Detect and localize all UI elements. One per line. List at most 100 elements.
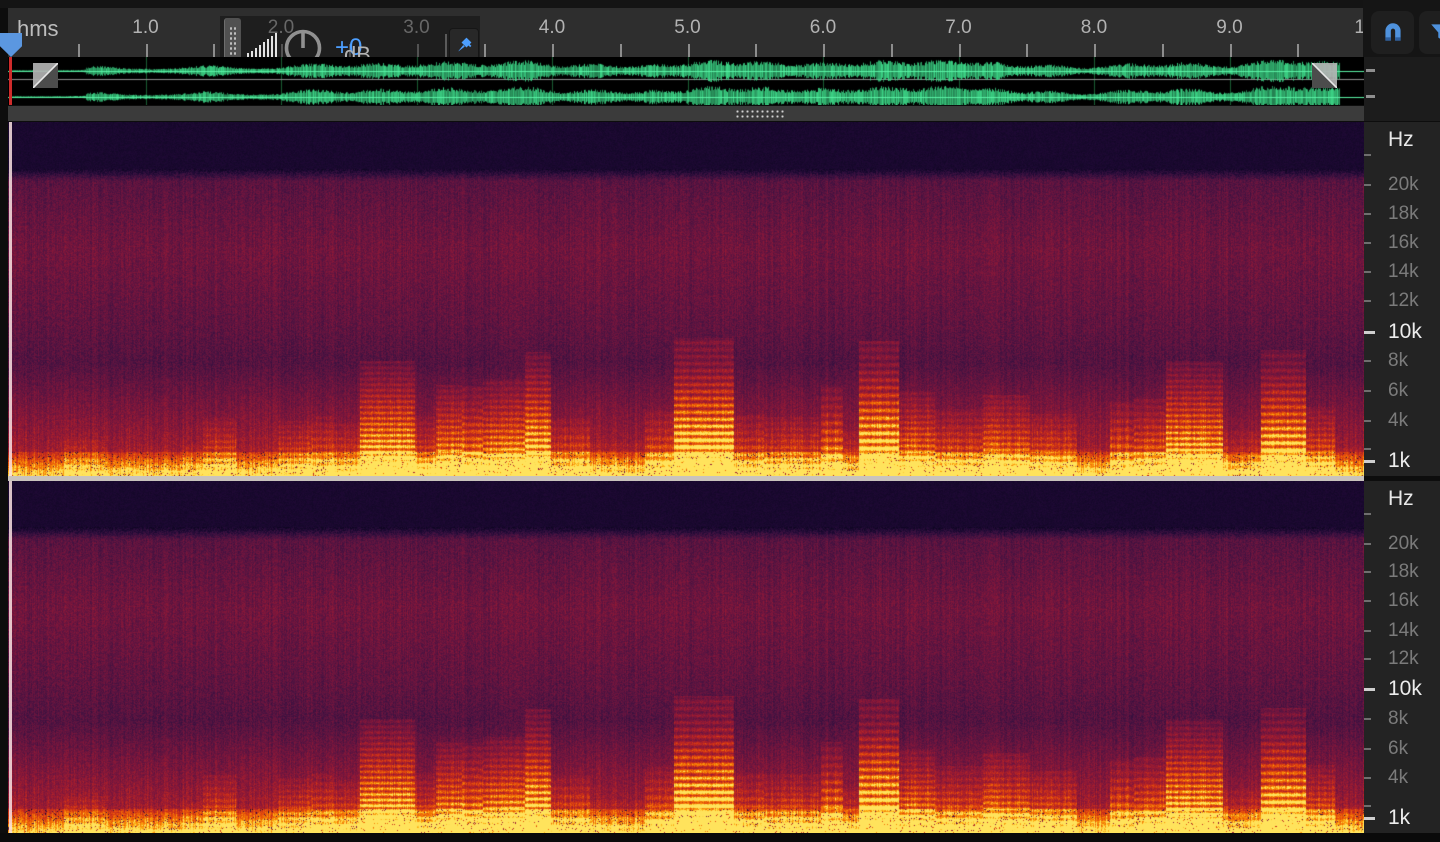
freq-tick	[1364, 360, 1371, 362]
freq-label: 18k	[1388, 203, 1419, 225]
freq-tick	[1364, 420, 1371, 422]
freq-tick	[1364, 331, 1375, 334]
freq-tick	[1364, 543, 1371, 545]
freq-tick	[1364, 184, 1371, 186]
freq-label: 6k	[1388, 738, 1408, 760]
grip-dots	[229, 26, 236, 55]
ruler-tick	[146, 44, 148, 57]
freq-tick	[1364, 300, 1371, 302]
freq-label: 8k	[1388, 350, 1408, 372]
horizontal-scrollbar[interactable]	[8, 106, 1364, 121]
freq-label: 14k	[1388, 620, 1419, 642]
ruler-time-label: 7.0	[945, 17, 971, 39]
waveform-overview[interactable]	[8, 57, 1364, 105]
ruler-unit-label: hms	[17, 16, 59, 42]
freq-tick	[1364, 154, 1371, 156]
freq-tick	[1364, 748, 1371, 750]
spectrogram-playhead-line	[9, 481, 12, 833]
spectrogram-playhead-line	[9, 122, 12, 476]
frequency-scale-right: Hz 20k 18k 16k 14k 12k 10k 8k 6k 4k 1k	[1364, 481, 1440, 833]
overview-playhead-line[interactable]	[9, 57, 12, 105]
freq-tick	[1364, 630, 1371, 632]
freq-tick	[1364, 448, 1371, 450]
marker-filter-button[interactable]	[1419, 11, 1440, 54]
scrollbar-grip-dots	[735, 109, 785, 118]
freq-label: 16k	[1388, 232, 1419, 254]
pin-hud-button[interactable]	[449, 28, 479, 57]
channel-divider	[8, 476, 1364, 481]
freq-tick	[1364, 718, 1371, 720]
freq-label: 10k	[1388, 677, 1422, 701]
ruler-tick	[1026, 44, 1028, 57]
freq-label: 4k	[1388, 767, 1408, 789]
magnet-icon	[1380, 20, 1406, 46]
fade-out-handle[interactable]	[1312, 63, 1337, 88]
freq-label: 12k	[1388, 290, 1419, 312]
freq-label: 16k	[1388, 590, 1419, 612]
ruler-tick	[1230, 44, 1232, 57]
ruler-tick	[1094, 44, 1096, 57]
ruler-tick	[484, 44, 486, 57]
ruler-time-label: 4.0	[539, 17, 565, 39]
freq-tick	[1364, 460, 1375, 463]
freq-label: 10k	[1388, 320, 1422, 344]
freq-tick	[1364, 777, 1371, 779]
funnel-icon	[1428, 20, 1440, 46]
window-top-edge	[0, 0, 1363, 8]
ruler-tick	[552, 44, 554, 57]
ruler-tick	[1162, 44, 1164, 57]
ruler-tick	[213, 44, 215, 57]
ruler-time-label: 6.0	[810, 17, 836, 39]
ruler-time-label: 8.0	[1081, 17, 1107, 39]
overview-waveform-canvas[interactable]	[8, 57, 1364, 105]
level-meter-icon	[247, 33, 281, 57]
overview-right-panel	[1364, 57, 1440, 121]
freq-label: 6k	[1388, 380, 1408, 402]
ruler-tick	[78, 44, 80, 57]
freq-label: 12k	[1388, 648, 1419, 670]
ruler-time-label: 10	[1354, 17, 1363, 39]
spectrogram-right-channel[interactable]	[8, 481, 1364, 833]
freq-tick	[1364, 571, 1371, 573]
ruler-tick	[755, 44, 757, 57]
channel-dash	[1366, 95, 1375, 98]
freq-label: 20k	[1388, 174, 1419, 196]
ruler-tick	[620, 44, 622, 57]
freq-label: 14k	[1388, 261, 1419, 283]
freq-label: 8k	[1388, 708, 1408, 730]
freq-tick	[1364, 805, 1371, 807]
freq-unit-label: Hz	[1388, 128, 1414, 152]
gain-readout[interactable]: +0 dB	[335, 34, 362, 57]
ruler-time-label: 1.0	[132, 17, 158, 39]
gain-unit: dB	[344, 42, 371, 57]
freq-tick	[1364, 271, 1371, 273]
freq-tick	[1364, 658, 1371, 660]
freq-tick	[1364, 600, 1371, 602]
freq-tick	[1364, 513, 1371, 515]
snap-toggle-button[interactable]	[1371, 11, 1414, 54]
ruler-tick	[688, 44, 690, 57]
timeline-ruler[interactable]: hms 1.02.03.04.05.06.07.08.09.010 +0 dB	[8, 8, 1363, 57]
ruler-time-label: 5.0	[674, 17, 700, 39]
hud-separator	[445, 34, 447, 57]
freq-tick	[1364, 390, 1371, 392]
ruler-time-label: 9.0	[1216, 17, 1242, 39]
freq-label: 4k	[1388, 410, 1408, 432]
freq-tick	[1364, 242, 1371, 244]
freq-label: 1k	[1388, 806, 1410, 830]
left-gutter	[0, 8, 8, 842]
freq-tick	[1364, 688, 1375, 691]
ruler-tick	[891, 44, 893, 57]
gain-knob-icon[interactable]	[282, 27, 324, 57]
freq-unit-label: Hz	[1388, 487, 1414, 511]
ruler-tick	[823, 44, 825, 57]
window-bottom-edge	[0, 833, 1440, 842]
hud-drag-grip[interactable]	[224, 18, 241, 57]
ruler-tick	[959, 44, 961, 57]
freq-label: 18k	[1388, 561, 1419, 583]
freq-label: 20k	[1388, 533, 1419, 555]
freq-tick	[1364, 213, 1371, 215]
ruler-tick	[1297, 44, 1299, 57]
fade-in-handle[interactable]	[33, 63, 58, 88]
spectrogram-left-channel[interactable]	[8, 122, 1364, 476]
